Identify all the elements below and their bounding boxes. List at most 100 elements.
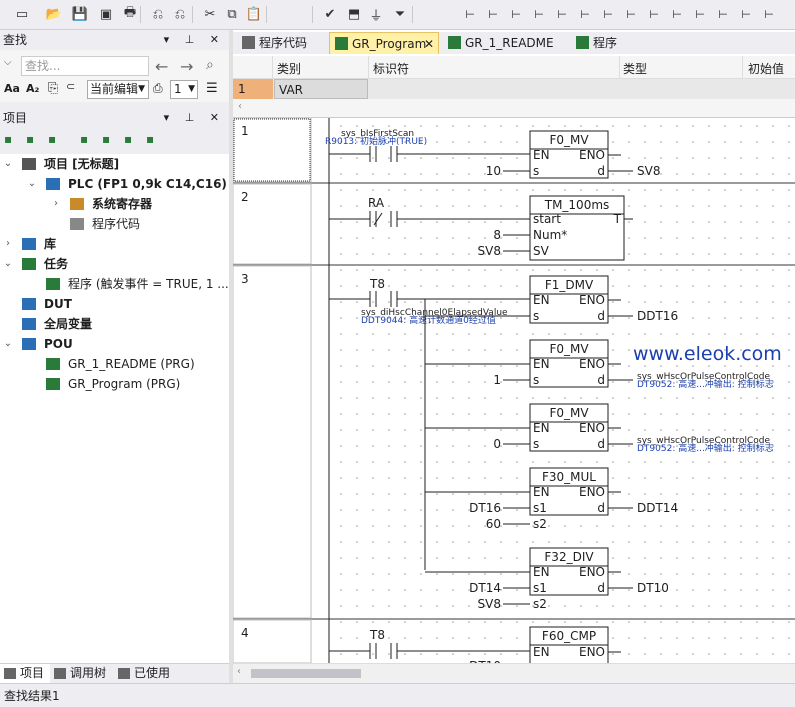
scroll-left-icon[interactable]: ‹ (237, 666, 241, 677)
horizontal-scrollbar[interactable]: ‹ (233, 663, 795, 683)
result-count-select[interactable]: 1 ▼ (170, 80, 198, 99)
output-value: SV8 (637, 164, 660, 178)
result-window-icon[interactable]: ⎙ (153, 81, 163, 96)
ladder-tool-icon[interactable]: ⊢ (736, 4, 756, 24)
find-next-icon[interactable]: → (180, 57, 193, 76)
copy-icon[interactable]: ▪ (146, 132, 162, 148)
tree-item[interactable]: 程序代码 (0, 214, 229, 234)
whole-word-icon[interactable]: A₂ (26, 82, 39, 95)
ladder-tool-icon[interactable]: ⊢ (644, 4, 664, 24)
check-icon[interactable]: ✔ (320, 4, 340, 24)
close-tab-icon[interactable]: ✕ (424, 33, 434, 55)
redo-icon[interactable]: ⎌ (170, 4, 190, 24)
tree-item[interactable]: ⌄ POU (0, 334, 229, 354)
var-class-cell[interactable]: VAR (274, 79, 368, 99)
find-options-icon[interactable]: ⎘ (48, 81, 58, 96)
doc-tab[interactable]: 程序代码 (237, 32, 325, 54)
open-icon[interactable]: 📂 (44, 4, 64, 24)
print-icon[interactable]: 🖶 (120, 4, 140, 24)
doc-tab[interactable]: 程序 (571, 32, 631, 54)
delete-icon[interactable]: ▪ (102, 132, 118, 148)
expanded-arrow-icon[interactable]: ⌄ (2, 334, 14, 354)
tree-item[interactable]: › 库 (0, 234, 229, 254)
grid-dot (372, 253, 374, 255)
bottom-tab[interactable]: 已使用 (114, 664, 176, 683)
tree-item[interactable]: ⌄ PLC (FP1 0,9k C14,C16) (0, 174, 229, 194)
tree-item[interactable]: GR_1_README (PRG) (0, 354, 229, 374)
new-icon[interactable]: ▭ (12, 4, 32, 24)
properties-icon[interactable]: ▪ (124, 132, 140, 148)
panel-pin-close-icons[interactable]: ▾ ⊥ ✕ (164, 30, 225, 50)
ladder-tool-icon[interactable]: ⊢ (667, 4, 687, 24)
compile-icon[interactable]: ⬒ (344, 4, 364, 24)
online-icon[interactable]: ⏚ (366, 4, 386, 24)
ladder-tool-icon[interactable]: ⊢ (460, 4, 480, 24)
match-case-icon[interactable]: Aa (4, 82, 20, 95)
col-header-type[interactable]: 类型 (623, 60, 647, 77)
ladder-tool-icon[interactable]: ⊢ (529, 4, 549, 24)
expanded-arrow-icon[interactable]: ⌄ (26, 174, 38, 194)
grid-dot (372, 333, 374, 335)
panel-pin-close-icons[interactable]: ▾ ⊥ ✕ (164, 108, 225, 128)
ladder-tool-icon[interactable]: ⊢ (575, 4, 595, 24)
add-child-icon[interactable]: ▪ (26, 132, 42, 148)
network-number-cell[interactable] (233, 265, 312, 619)
search-icon[interactable]: ⌕ (206, 57, 214, 73)
move-icon[interactable]: ▪ (48, 132, 64, 148)
grid-dot (404, 237, 406, 239)
grid-dot (372, 173, 374, 175)
collapsed-arrow-icon[interactable]: › (50, 194, 62, 214)
col-header-identifier[interactable]: 标识符 (373, 60, 409, 77)
ladder-tool-icon[interactable]: ⊢ (690, 4, 710, 24)
bottom-tab[interactable]: 项目 (0, 664, 51, 683)
expanded-arrow-icon[interactable]: ⌄ (2, 154, 14, 174)
search-input[interactable]: 查找... (21, 56, 149, 76)
var-table-row[interactable]: 1 VAR (233, 79, 795, 99)
scroll-left-icon[interactable]: ‹ (238, 101, 242, 112)
doc-tab[interactable]: GR_1_README (443, 32, 567, 54)
ladder-diagram[interactable]: 1234sys_bIsFirstScanR9013: 初始脉冲(TRUE) F0_… (233, 118, 795, 663)
tree-item[interactable]: ⌄ 项目 [无标题] (0, 154, 229, 174)
grid-dot (500, 557, 502, 559)
tree-item[interactable]: GR_Program (PRG) (0, 374, 229, 394)
copy-icon[interactable]: ⧉ (222, 4, 242, 24)
ladder-tool-icon[interactable]: ⊢ (506, 4, 526, 24)
ladder-tool-icon[interactable]: ⊢ (621, 4, 641, 24)
save-all-icon[interactable]: ▣ (96, 4, 116, 24)
doc-tab[interactable]: GR_Program ✕ (329, 32, 439, 54)
tree-item[interactable]: DUT (0, 294, 229, 314)
ladder-tool-icon[interactable]: ⊢ (483, 4, 503, 24)
list-options-icon[interactable]: ☰ (206, 81, 218, 96)
collapsed-arrow-icon[interactable]: › (2, 234, 14, 254)
col-header-initial[interactable]: 初始值 (748, 60, 784, 77)
tree-item[interactable]: › 系统寄存器 (0, 194, 229, 214)
grid-dot (340, 445, 342, 447)
new-pou-icon[interactable]: ▪ (80, 132, 96, 148)
cut-icon[interactable]: ✂ (200, 4, 220, 24)
undo-icon[interactable]: ⎌ (148, 4, 168, 24)
tree-item[interactable]: ⌄ 任务 (0, 254, 229, 274)
add-icon[interactable]: ▪ (4, 132, 20, 148)
grid-dot (516, 221, 518, 223)
grid-dot (484, 653, 486, 655)
tree-item[interactable]: 全局变量 (0, 314, 229, 334)
tree-item[interactable]: 程序 (触发事件 = TRUE, 1 ... (0, 274, 229, 294)
col-header-class[interactable]: 类别 (277, 60, 301, 77)
save-icon[interactable]: 💾 (70, 4, 90, 24)
ladder-editor[interactable]: 1 2 3 4 sys_bIsFirstScan R9013: 初始脉冲(TRUE) F0_… (233, 118, 795, 663)
contact-icon[interactable]: ⏷ (390, 4, 410, 24)
grid-dot (404, 221, 406, 223)
var-table-scroll[interactable]: ‹ (233, 99, 795, 118)
ladder-tool-icon[interactable]: ⊢ (598, 4, 618, 24)
ladder-tool-icon[interactable]: ⊢ (759, 4, 779, 24)
paste-icon[interactable]: 📋 (244, 4, 264, 24)
chevron-down-icon[interactable]: ⌵ (4, 57, 16, 77)
grid-dot (356, 317, 358, 319)
ladder-tool-icon[interactable]: ⊢ (552, 4, 572, 24)
bottom-tab[interactable]: 调用树 (50, 664, 112, 683)
find-prev-icon[interactable]: ← (155, 57, 168, 76)
scope-select[interactable]: 当前编辑 ▼ (87, 80, 149, 99)
ladder-tool-icon[interactable]: ⊢ (713, 4, 733, 24)
scroll-thumb[interactable] (251, 669, 361, 678)
expanded-arrow-icon[interactable]: ⌄ (2, 254, 14, 274)
